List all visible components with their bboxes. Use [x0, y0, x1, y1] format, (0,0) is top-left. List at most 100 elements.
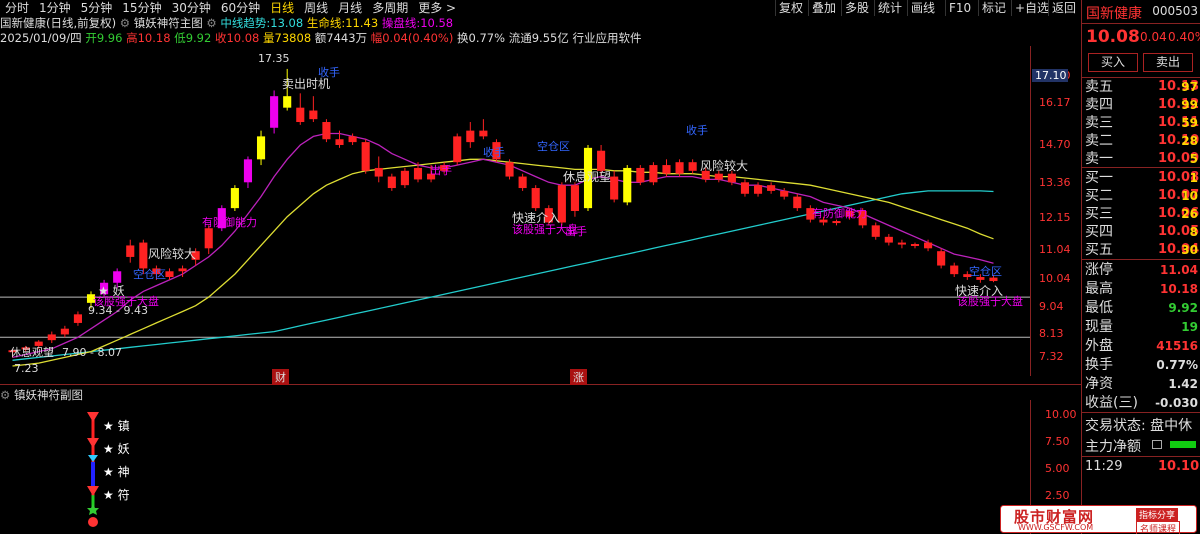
timeframe-tab[interactable]: 5分钟 — [76, 0, 118, 16]
buy-signal-label-2: 出手 — [565, 224, 587, 238]
candle-body — [714, 173, 723, 180]
sub-star-label: ★ 妖 — [103, 442, 130, 456]
orderbook-row[interactable]: 卖五 10.13 97 — [1082, 78, 1200, 96]
table-icon[interactable] — [1152, 440, 1162, 449]
timeframe-tab[interactable]: 更多 > — [413, 0, 461, 16]
candle-body — [649, 165, 658, 183]
timeframe-tab[interactable]: 月线 — [333, 0, 367, 16]
sell-button[interactable]: 卖出 — [1143, 53, 1193, 72]
draw-line-button[interactable]: 画线 — [907, 0, 938, 16]
stat-value: 0.77% — [1156, 358, 1198, 372]
close-label: 收 — [214, 31, 227, 45]
timeframe-tab[interactable]: 多周期 — [367, 0, 413, 16]
sub-tick: 2.50 — [1045, 489, 1070, 502]
money-bag-icon — [88, 517, 98, 527]
back-button[interactable]: 返回 — [1048, 0, 1079, 16]
candle-body — [897, 242, 906, 245]
candle-body — [570, 185, 579, 211]
stat-label: 最高 — [1085, 281, 1113, 297]
order-volume: 97 — [1181, 80, 1198, 94]
candle-body — [950, 265, 959, 275]
timeframe-tab[interactable]: 分时 — [0, 0, 34, 16]
order-volume: 26 — [1181, 207, 1198, 221]
sub-star-label: ★ 符 — [103, 487, 130, 502]
candle-body — [518, 176, 527, 189]
order-volume: 99 — [1181, 98, 1198, 112]
candle-body — [73, 314, 82, 323]
order-volume: 30 — [1181, 243, 1198, 257]
stat-label: 换手 — [1085, 357, 1113, 373]
restore-button[interactable]: 复权 — [775, 0, 806, 16]
timeframe-tab[interactable]: 日线 — [265, 0, 299, 16]
stat-label: 收益(三) — [1085, 395, 1138, 411]
orderbook-row[interactable]: 卖一 10.09 5 — [1082, 150, 1200, 168]
high-value: 10.18 — [137, 31, 171, 45]
indicator-header: 国新健康(日线,前复权) ⚙ 镇妖神符主图 ⚙ 中线趋势:13.08 生命线:1… — [0, 16, 453, 31]
change-value: 0.04(0.40%) — [382, 31, 454, 45]
orderbook-row[interactable]: 卖四 10.12 99 — [1082, 96, 1200, 114]
strong-label-1: 该股强于大盘 — [93, 294, 159, 308]
orderbook-row[interactable]: 买一 10.08 1 — [1082, 169, 1200, 187]
candle-body — [113, 271, 122, 283]
open-value: 9.96 — [96, 31, 123, 45]
op-line-value: 10.58 — [420, 16, 454, 30]
candle-body — [688, 162, 697, 171]
defense-label-2: 有防御能力 — [812, 206, 867, 220]
candlestick-chart[interactable]: 17.35卖出时机收手风险较大有防御能力空仓区★ 妖9.34 - 9.43该股强… — [0, 46, 1030, 376]
candle-body — [610, 176, 619, 200]
candle-body — [47, 334, 56, 341]
timeframe-tab[interactable]: 15分钟 — [117, 0, 166, 16]
candle-body — [165, 271, 174, 278]
stat-value: 41516 — [1156, 339, 1198, 353]
gem-icon — [87, 412, 99, 422]
indicator-name[interactable]: 镇妖神符主图 — [134, 16, 203, 30]
rest-label-2: 休息观望 — [563, 169, 611, 184]
buy-button[interactable]: 买入 — [1088, 53, 1138, 72]
collect-label: 收手 — [318, 65, 340, 79]
price-badge: 17.10 — [1032, 69, 1068, 83]
candle-body — [727, 173, 736, 183]
multi-stock-button[interactable]: 多股 — [841, 0, 872, 16]
f10-button[interactable]: F10 — [945, 0, 974, 16]
add-watchlist-button[interactable]: +自选 — [1011, 0, 1052, 16]
orderbook-row[interactable]: 买三 10.06 26 — [1082, 205, 1200, 223]
watermark-url: WWW.GSCFW.COM — [1018, 523, 1094, 532]
order-label: 买一 — [1085, 170, 1113, 186]
watermark-tag-share: 指标分享 — [1136, 508, 1179, 521]
price-tick: 10.04 — [1039, 271, 1071, 285]
divider — [1082, 23, 1200, 24]
overlay-button[interactable]: 叠加 — [808, 0, 839, 16]
price-tick: 13.36 — [1039, 176, 1071, 190]
orderbook-row[interactable]: 买四 10.05 8 — [1082, 223, 1200, 241]
gem-icon — [87, 486, 99, 496]
orderbook-row[interactable]: 买五 10.04 30 — [1082, 241, 1200, 259]
statistics-button[interactable]: 统计 — [874, 0, 905, 16]
sub-tick: 10.00 — [1045, 408, 1077, 421]
orderbook-row[interactable]: 卖二 10.10 28 — [1082, 132, 1200, 150]
timeframe-tab[interactable]: 1分钟 — [34, 0, 76, 16]
order-label: 买五 — [1085, 242, 1113, 258]
candle-body — [283, 96, 292, 108]
rise-marker[interactable]: 涨 — [570, 369, 587, 385]
price-tick: 7.32 — [1039, 349, 1064, 363]
candle-body — [178, 268, 187, 272]
order-volume: 59 — [1181, 116, 1198, 130]
finance-marker[interactable]: 财 — [272, 369, 289, 385]
main-flow-label: 主力净额 — [1085, 439, 1141, 455]
timeframe-tab[interactable]: 60分钟 — [216, 0, 265, 16]
butterfly-icon — [88, 455, 98, 462]
order-volume: 1 — [1189, 171, 1198, 185]
risk-label-1: 风险较大 — [148, 246, 196, 261]
op-line — [12, 132, 994, 359]
bookmark-button[interactable]: 标记 — [978, 0, 1009, 16]
dropdown-icon[interactable]: ⚙ — [206, 16, 220, 30]
gear-icon[interactable]: ⚙ — [120, 16, 130, 30]
timeframe-tab[interactable]: 30分钟 — [167, 0, 216, 16]
candle-body — [400, 170, 409, 186]
candle-body — [989, 277, 998, 282]
orderbook-row[interactable]: 买二 10.07 10 — [1082, 187, 1200, 205]
sub-indicator-chart[interactable]: ★ 镇 ★ 妖 ★ 神 ★ 符 — [0, 400, 1030, 534]
orderbook-row[interactable]: 卖三 10.11 59 — [1082, 114, 1200, 132]
timeframe-tab[interactable]: 周线 — [299, 0, 333, 16]
price-tick: 8.13 — [1039, 326, 1064, 340]
